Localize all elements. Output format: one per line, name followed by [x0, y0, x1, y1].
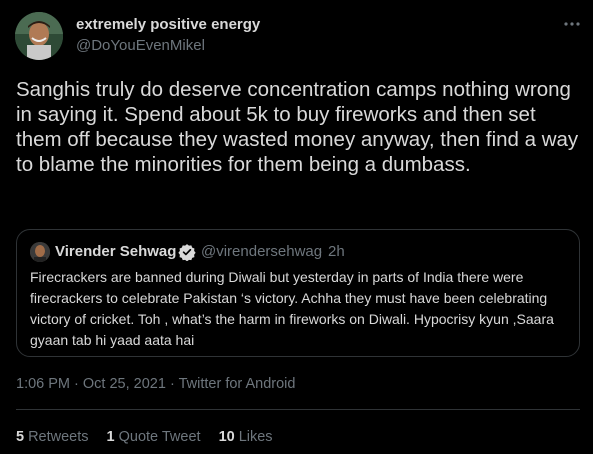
- verified-badge-icon: [178, 243, 196, 262]
- divider: [16, 409, 580, 410]
- retweets-count: 5: [16, 429, 25, 445]
- quotes-count: 1: [106, 429, 115, 445]
- quoted-name: Virender Sehwag: [55, 243, 177, 260]
- likes-label: Likes: [238, 429, 273, 445]
- author-avatar[interactable]: [15, 12, 63, 60]
- quote-tweets-stat[interactable]: 1 Quote Tweet: [107, 429, 201, 445]
- tweet-stats: 5 Retweets 1 Quote Tweet 10 Likes: [16, 429, 291, 445]
- quoted-separator: ·: [318, 243, 323, 260]
- retweets-label: Retweets: [28, 429, 89, 445]
- meta-sep-1: ·: [74, 376, 79, 392]
- likes-count: 10: [218, 429, 235, 445]
- meta-sep-2: ·: [169, 376, 175, 392]
- quoted-time: 2h: [328, 243, 345, 260]
- likes-stat[interactable]: 10 Likes: [219, 429, 273, 445]
- author-handle[interactable]: @DoYouEvenMikel: [76, 37, 205, 54]
- quoted-avatar: [30, 242, 50, 262]
- more-options-icon[interactable]: [562, 14, 582, 34]
- quoted-handle: @virendersehwag: [201, 243, 323, 260]
- tweet-meta: 1:06 PM · Oct 25, 2021 · Twitter for And…: [16, 376, 295, 392]
- tweet-source[interactable]: Twitter for Android: [179, 376, 296, 392]
- retweets-stat[interactable]: 5 Retweets: [16, 429, 89, 445]
- quoted-text: Firecrackers are banned during Diwali bu…: [30, 269, 554, 348]
- quoted-tweet[interactable]: Virender Sehwag @virendersehwag · 2h Fir…: [16, 229, 580, 357]
- tweet-time[interactable]: 1:06 PM: [16, 376, 70, 392]
- author-name[interactable]: extremely positive energy: [76, 16, 260, 33]
- tweet-date[interactable]: Oct 25, 2021: [83, 376, 166, 392]
- quotes-label: Quote Tweet: [118, 429, 201, 445]
- tweet-text: Sanghis truly do deserve concentration c…: [16, 78, 579, 176]
